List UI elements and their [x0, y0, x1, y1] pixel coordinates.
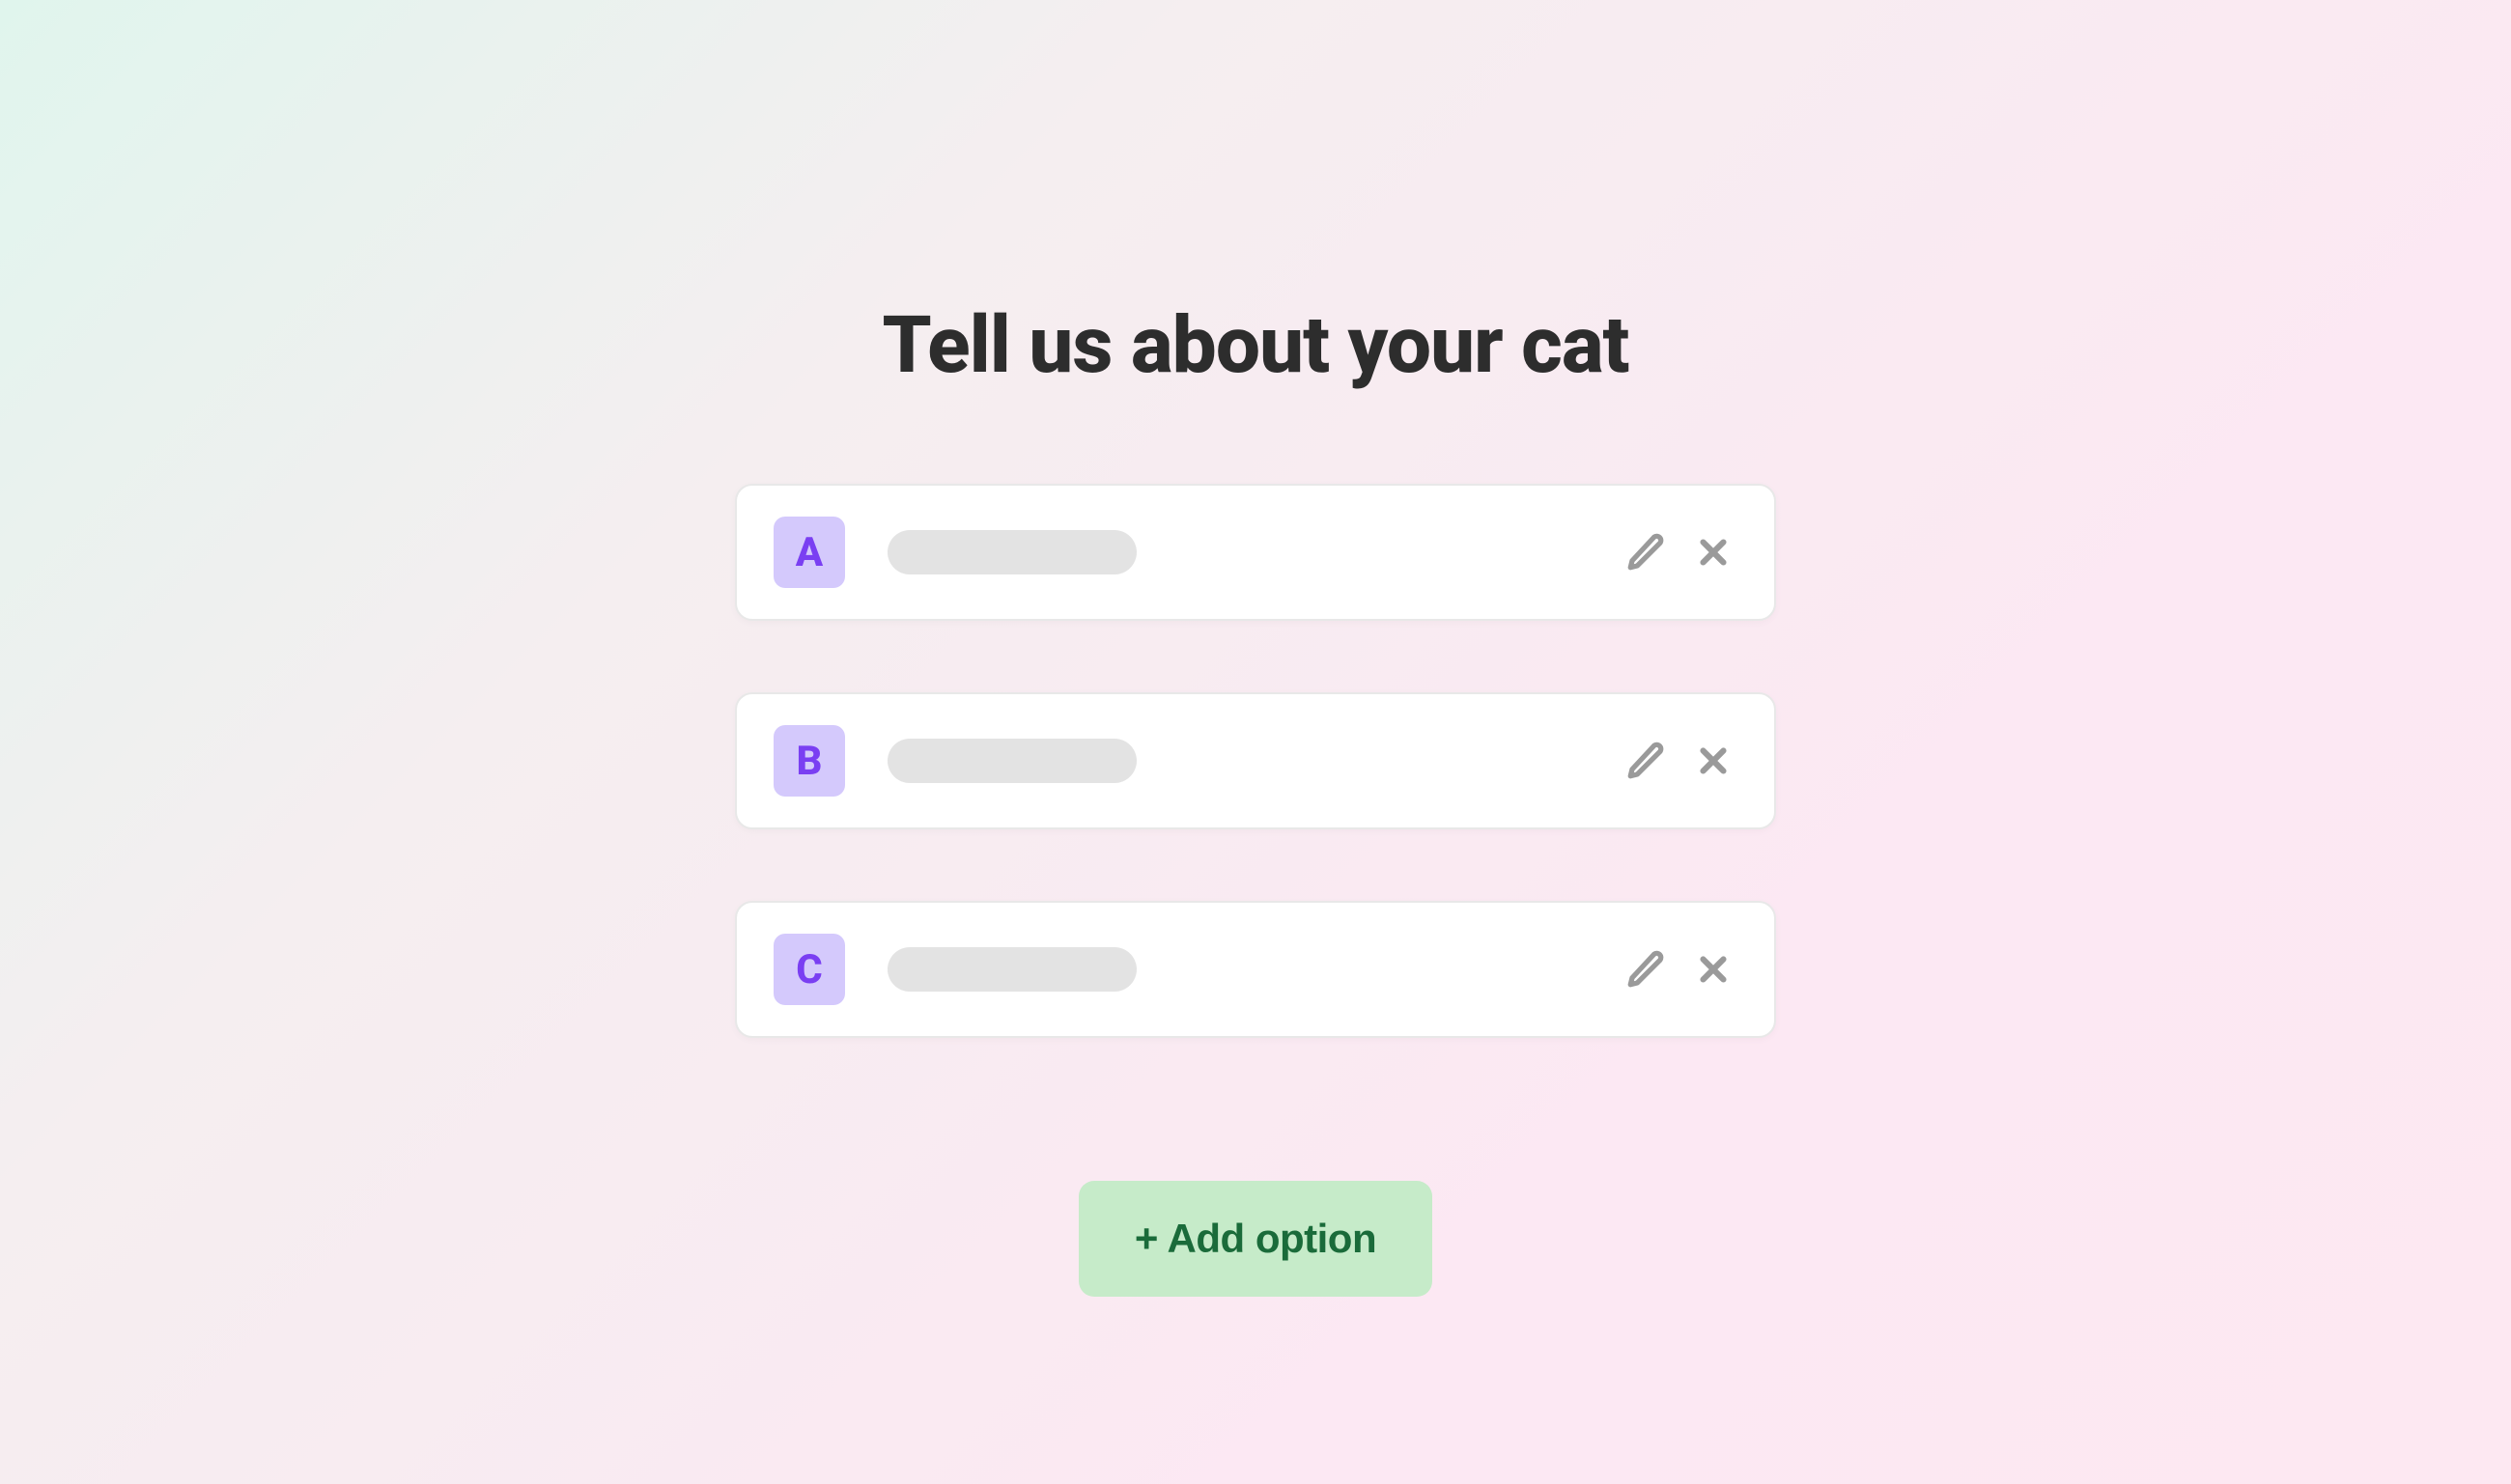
close-icon[interactable]	[1689, 737, 1737, 785]
option-text-placeholder[interactable]	[888, 530, 1137, 574]
close-icon[interactable]	[1689, 945, 1737, 994]
add-option-button[interactable]: + Add option	[1079, 1181, 1432, 1297]
edit-icon[interactable]	[1622, 737, 1670, 785]
close-icon[interactable]	[1689, 528, 1737, 576]
page-title: Tell us about your cat	[882, 299, 1628, 392]
edit-icon[interactable]	[1622, 528, 1670, 576]
option-letter-badge: B	[774, 725, 845, 797]
option-row[interactable]: B	[735, 692, 1776, 829]
option-row[interactable]: A	[735, 484, 1776, 621]
option-letter-badge: C	[774, 934, 845, 1005]
option-letter-badge: A	[774, 517, 845, 588]
edit-icon[interactable]	[1622, 945, 1670, 994]
option-text-placeholder[interactable]	[888, 947, 1137, 992]
options-list: A B C + Add option	[735, 484, 1776, 1297]
option-text-placeholder[interactable]	[888, 739, 1137, 783]
option-row[interactable]: C	[735, 901, 1776, 1038]
